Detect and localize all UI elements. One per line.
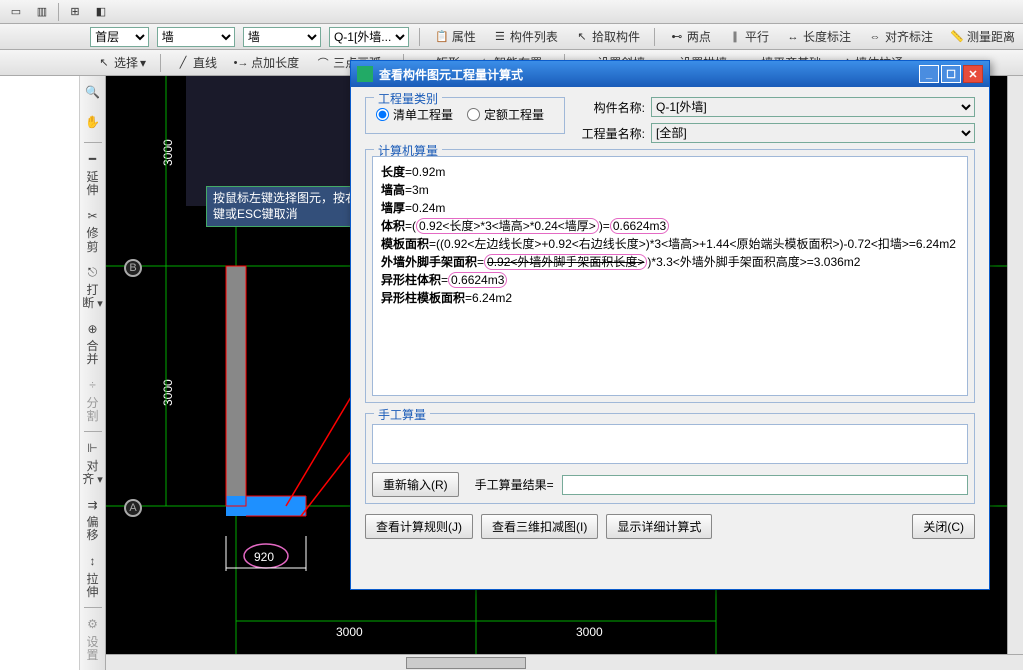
sel-comp[interactable]: Q-1[外墙... (329, 27, 409, 47)
btn-complist[interactable]: ☰构件列表 (488, 26, 562, 47)
minimize-button[interactable]: _ (919, 65, 939, 83)
qty-type-group: 工程量类别 清单工程量 定额工程量 (365, 97, 565, 134)
svg-text:3000: 3000 (336, 625, 363, 639)
measure-icon: 📏 (949, 29, 965, 45)
vt-align[interactable]: ⊩对齐 ▾ (82, 436, 104, 490)
btn-pick[interactable]: ↖拾取构件 (570, 26, 644, 47)
vt-settings[interactable]: ⚙设置 (82, 612, 104, 666)
btn-parallel[interactable]: ∥平行 (723, 26, 773, 47)
tb-ic-1[interactable]: ▭ (4, 2, 28, 22)
btn-detail[interactable]: 显示详细计算式 (606, 514, 712, 539)
btn-close-dlg[interactable]: 关闭(C) (912, 514, 975, 539)
vt-split[interactable]: ÷分割 (82, 373, 104, 427)
sel-cat2[interactable]: 墙 (243, 27, 321, 47)
btn-props[interactable]: 📋属性 (430, 26, 480, 47)
btn-view-rule[interactable]: 查看计算规则(J) (365, 514, 473, 539)
radio-quota[interactable]: 定额工程量 (467, 106, 544, 123)
left-panel (0, 76, 80, 670)
pointlen-icon: •→ (233, 55, 249, 71)
close-button[interactable]: ✕ (963, 65, 983, 83)
hint-tooltip: 按鼠标左键选择图元，按右键或ESC键取消 (206, 186, 366, 227)
list-icon: ☰ (492, 29, 508, 45)
lbl-qtyname: 工程量名称: (575, 125, 645, 142)
dialog-titlebar[interactable]: 查看构件图元工程量计算式 _ ☐ ✕ (351, 61, 989, 87)
btn-measure[interactable]: 📏测量距离 (945, 26, 1019, 47)
computer-calc-group: 计算机算量 长度=0.92m 墙高=3m 墙厚=0.24m 体积=(0.92<长… (365, 149, 975, 403)
horizontal-scrollbar[interactable] (106, 654, 1023, 670)
tb-ic-3[interactable]: ⊞ (63, 2, 87, 22)
sel-qtyname[interactable]: [全部] (651, 123, 975, 143)
sel-compname[interactable]: Q-1[外墙] (651, 97, 975, 117)
vt-trim[interactable]: ✂修剪 (82, 203, 104, 257)
vt-break[interactable]: ⎋打断 ▾ (82, 260, 104, 314)
aligndim-icon: ⇔ (867, 29, 883, 45)
lbl-compname: 构件名称: (575, 99, 645, 116)
toolbar-icons: ▭ ▥ ⊞ ◧ (0, 0, 1023, 24)
dialog-icon (357, 66, 373, 82)
btn-reinput[interactable]: 重新输入(R) (372, 472, 459, 497)
btn-pointlen[interactable]: •→点加长度 (229, 52, 303, 73)
lbl-result: 手工算量结果= (475, 476, 554, 493)
svg-text:3000: 3000 (161, 139, 175, 166)
sel-layer[interactable]: 首层 (90, 27, 149, 47)
calc-dialog: 查看构件图元工程量计算式 _ ☐ ✕ 工程量类别 清单工程量 定额工程量 构件名… (350, 60, 990, 590)
vt-zoom[interactable]: 🔍 (82, 80, 104, 108)
vt-ext[interactable]: ━延伸 (82, 147, 104, 201)
btn-align-dim[interactable]: ⇔对齐标注 (863, 26, 937, 47)
toolbar-main: 首层 墙 墙 Q-1[外墙... 📋属性 ☰构件列表 ↖拾取构件 ⊷两点 ∥平行… (0, 24, 1023, 50)
parallel-icon: ∥ (727, 29, 743, 45)
vt-pan[interactable]: ✋ (82, 110, 104, 138)
manual-input-box[interactable] (372, 424, 968, 464)
dialog-title-text: 查看构件图元工程量计算式 (379, 66, 523, 83)
result-input[interactable] (562, 475, 968, 495)
vt-stretch[interactable]: ↕拉伸 (82, 549, 104, 603)
sel-cat1[interactable]: 墙 (157, 27, 235, 47)
vertical-toolbar: 🔍 ✋ ━延伸 ✂修剪 ⎋打断 ▾ ⊕合并 ÷分割 ⊩对齐 ▾ ⇉偏移 ↕拉伸 … (80, 76, 106, 670)
svg-text:920: 920 (254, 550, 274, 564)
vertical-scrollbar[interactable] (1007, 76, 1023, 654)
svg-text:3000: 3000 (161, 379, 175, 406)
btn-len[interactable]: ↔长度标注 (781, 26, 855, 47)
line-icon: ╱ (175, 55, 191, 71)
arc-icon: ⌒ (315, 55, 331, 71)
radio-bill[interactable]: 清单工程量 (376, 106, 453, 123)
axis-badge-b: B (124, 259, 142, 277)
btn-line[interactable]: ╱直线 (171, 52, 221, 73)
svg-text:3000: 3000 (576, 625, 603, 639)
tb-ic-2[interactable]: ▥ (30, 2, 54, 22)
btn-2pt[interactable]: ⊷两点 (665, 26, 715, 47)
axis-badge-a: A (124, 499, 142, 517)
vt-merge[interactable]: ⊕合并 (82, 316, 104, 370)
twopoint-icon: ⊷ (669, 29, 685, 45)
select-icon: ↖ (96, 55, 112, 71)
calc-output[interactable]: 长度=0.92m 墙高=3m 墙厚=0.24m 体积=(0.92<长度>*3<墙… (372, 156, 968, 396)
props-icon: 📋 (434, 29, 450, 45)
vt-offset[interactable]: ⇉偏移 (82, 492, 104, 546)
btn-select[interactable]: ↖选择 ▾ (92, 52, 150, 73)
pick-icon: ↖ (574, 29, 590, 45)
maximize-button[interactable]: ☐ (941, 65, 961, 83)
manual-calc-group: 手工算量 重新输入(R) 手工算量结果= (365, 413, 975, 504)
btn-view-3d[interactable]: 查看三维扣减图(I) (481, 514, 598, 539)
length-icon: ↔ (785, 29, 801, 45)
tb-ic-4[interactable]: ◧ (89, 2, 113, 22)
